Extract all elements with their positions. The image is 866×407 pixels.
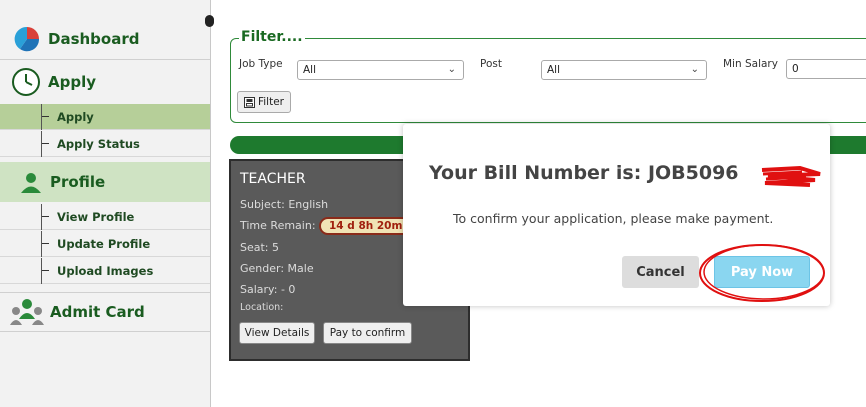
tree-branch: [41, 270, 49, 271]
tree-branch: [41, 216, 49, 217]
sidebar: Dashboard Apply Apply Apply Status Profi…: [0, 0, 211, 407]
sidebar-label-upload-images: Upload Images: [57, 263, 154, 278]
pay-to-confirm-button[interactable]: Pay to confirm: [323, 322, 412, 344]
tree-line: [41, 204, 42, 230]
sidebar-item-dashboard[interactable]: Dashboard: [0, 18, 210, 60]
tree-branch: [41, 243, 49, 244]
redaction-scribble: [761, 165, 821, 187]
sidebar-label-view-profile: View Profile: [57, 209, 135, 224]
sidebar-label-profile: Profile: [50, 173, 106, 191]
job-seat: Seat: 5: [240, 241, 280, 254]
filter-legend: Filter....: [239, 29, 305, 45]
job-gender: Gender: Male: [240, 262, 314, 275]
sidebar-label-update-profile: Update Profile: [57, 236, 151, 251]
post-select[interactable]: All ⌄: [541, 60, 707, 80]
tree-branch: [41, 143, 49, 144]
sidebar-item-apply-status[interactable]: Apply Status: [0, 131, 210, 157]
filter-panel: [230, 38, 866, 123]
job-type-value: All: [303, 64, 317, 76]
tree-line: [41, 258, 42, 284]
post-label: Post: [480, 58, 502, 70]
pay-now-button[interactable]: Pay Now: [714, 256, 810, 288]
tree-branch: [41, 116, 49, 117]
job-salary: Salary: - 0: [240, 283, 296, 296]
sidebar-item-apply-sub[interactable]: Apply: [0, 104, 210, 130]
chevron-down-icon: ⌄: [690, 64, 699, 75]
modal-title: Your Bill Number is: JOB5096: [429, 162, 739, 184]
post-value: All: [547, 64, 561, 76]
sidebar-item-profile[interactable]: Profile: [0, 162, 210, 202]
sidebar-label-admit-card: Admit Card: [50, 303, 145, 321]
job-subject: Subject: English: [240, 198, 329, 211]
sidebar-label-apply-sub: Apply: [57, 109, 94, 124]
cancel-button[interactable]: Cancel: [622, 256, 699, 288]
time-remain-badge: 14 d 8h 20m: [319, 217, 413, 235]
clock-icon: [12, 68, 40, 96]
job-title: TEACHER: [240, 171, 306, 187]
min-salary-value: 0: [792, 63, 799, 75]
modal-message: To confirm your application, please make…: [453, 211, 774, 226]
min-salary-label: Min Salary: [723, 58, 778, 70]
pie-chart-icon: [14, 26, 40, 51]
filter-button[interactable]: Filter: [237, 91, 291, 113]
sidebar-label-apply-status: Apply Status: [57, 136, 140, 151]
job-location: Location:: [240, 302, 284, 313]
filter-button-label: Filter: [257, 96, 284, 108]
tree-line: [41, 131, 42, 157]
sidebar-collapse-handle[interactable]: [205, 15, 214, 27]
time-remain-value: 14 d 8h 20m: [329, 220, 403, 232]
sidebar-item-admit-card[interactable]: Admit Card: [0, 292, 210, 332]
view-details-button[interactable]: View Details: [239, 322, 315, 344]
sidebar-item-upload-images[interactable]: Upload Images: [0, 258, 210, 284]
sidebar-label-apply: Apply: [48, 73, 97, 91]
sidebar-item-update-profile[interactable]: Update Profile: [0, 231, 210, 257]
min-salary-input[interactable]: 0: [786, 59, 866, 79]
tree-line: [41, 231, 42, 257]
sidebar-item-apply[interactable]: Apply: [0, 62, 210, 102]
payment-modal: Your Bill Number is: JOB5096 To confirm …: [403, 124, 830, 306]
job-type-label: Job Type: [239, 58, 283, 70]
user-icon: [21, 173, 41, 193]
filter-icon: [243, 96, 255, 108]
chevron-down-icon: ⌄: [447, 64, 456, 75]
tree-line: [41, 104, 42, 130]
time-remain-label: Time Remain:: [240, 219, 316, 232]
job-type-select[interactable]: All ⌄: [297, 60, 464, 80]
sidebar-item-view-profile[interactable]: View Profile: [0, 204, 210, 230]
group-users-icon: [10, 299, 44, 325]
sidebar-label-dashboard: Dashboard: [48, 29, 140, 48]
